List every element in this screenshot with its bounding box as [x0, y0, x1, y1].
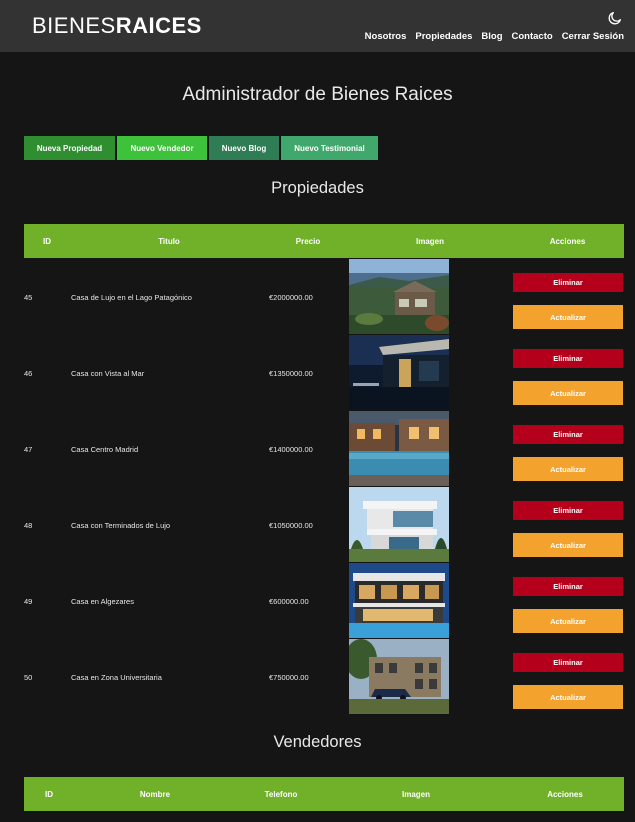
col-imagen: Imagen: [415, 236, 444, 246]
delete-button[interactable]: Eliminar: [513, 349, 623, 368]
logo-light: BIENES: [32, 13, 116, 38]
nav-blog[interactable]: Blog: [481, 31, 502, 42]
update-button[interactable]: Actualizar: [513, 685, 623, 709]
col-acciones: Acciones: [547, 789, 583, 799]
sellers-section-title: Vendedores: [273, 733, 362, 751]
update-button[interactable]: Actualizar: [513, 533, 623, 557]
new-property-button[interactable]: Nueva Propiedad: [24, 136, 115, 160]
property-image: [349, 411, 449, 486]
table-row: 50 Casa en Zona Universitaria €750000.00…: [0, 639, 635, 715]
logo[interactable]: BIENESRAICES: [32, 13, 202, 39]
update-button[interactable]: Actualizar: [513, 381, 623, 405]
row-price: €1050000.00: [269, 520, 313, 530]
admin-actions: Nueva Propiedad Nuevo Vendedor Nuevo Blo…: [24, 136, 380, 160]
row-price: €1350000.00: [269, 368, 313, 378]
row-title: Casa en Zona Universitaria: [71, 672, 162, 682]
row-title: Casa Centro Madrid: [71, 444, 139, 454]
row-title: Casa en Algezares: [71, 596, 134, 606]
property-image: [349, 487, 449, 562]
col-imagen: Imagen: [401, 789, 430, 799]
col-nombre: Nombre: [139, 789, 171, 799]
row-price: €750000.00: [269, 672, 309, 682]
table-row: 49 Casa en Algezares €600000.00 Eliminar…: [0, 563, 635, 639]
update-button[interactable]: Actualizar: [513, 457, 623, 481]
delete-button[interactable]: Eliminar: [513, 273, 623, 292]
nav-contacto[interactable]: Contacto: [512, 31, 553, 42]
row-price: €1400000.00: [269, 444, 313, 454]
row-title: Casa con Vista al Mar: [71, 368, 145, 378]
table-row: 48 Casa con Terminados de Lujo €1050000.…: [0, 487, 635, 563]
row-price: €2000000.00: [269, 292, 313, 302]
col-id: ID: [45, 789, 53, 799]
new-seller-button[interactable]: Nuevo Vendedor: [117, 136, 207, 160]
update-button[interactable]: Actualizar: [513, 609, 623, 633]
property-image: [349, 563, 449, 638]
delete-button[interactable]: Eliminar: [513, 501, 623, 520]
row-title: Casa con Terminados de Lujo: [71, 520, 171, 530]
row-id: 49: [24, 596, 33, 606]
delete-button[interactable]: Eliminar: [513, 577, 623, 596]
col-acciones: Acciones: [549, 236, 586, 246]
page-title: Administrador de Bienes Raices: [182, 84, 453, 105]
properties-table-header: ID Titulo Precio Imagen Acciones: [24, 224, 624, 258]
sellers-table-header: ID Nombre Telefono Imagen Acciones: [24, 777, 624, 811]
col-telefono: Telefono: [264, 789, 298, 799]
site-header: BIENESRAICES Nosotros Propiedades Blog C…: [0, 0, 635, 52]
update-button[interactable]: Actualizar: [513, 305, 623, 329]
main-nav: Nosotros Propiedades Blog Contacto Cerra…: [365, 31, 624, 42]
delete-button[interactable]: Eliminar: [513, 653, 623, 672]
nav-cerrar-sesion[interactable]: Cerrar Sesión: [562, 31, 624, 42]
col-precio: Precio: [295, 236, 321, 246]
table-row: 45 Casa de Lujo en el Lago Patagónico €2…: [0, 259, 635, 335]
nav-propiedades[interactable]: Propiedades: [415, 31, 472, 42]
row-id: 45: [24, 292, 33, 302]
row-id: 47: [24, 444, 33, 454]
new-blog-button[interactable]: Nuevo Blog: [209, 136, 279, 160]
properties-section-title: Propiedades: [271, 179, 364, 197]
new-testimonial-button[interactable]: Nuevo Testimonial: [281, 136, 378, 160]
row-price: €600000.00: [269, 596, 309, 606]
col-id: ID: [43, 236, 51, 246]
table-row: 47 Casa Centro Madrid €1400000.00 Elimin…: [0, 411, 635, 487]
property-image: [349, 639, 449, 714]
logo-bold: RAICES: [115, 13, 202, 38]
property-image: [349, 335, 449, 410]
property-image: [349, 259, 449, 334]
row-id: 50: [24, 672, 33, 682]
nav-nosotros[interactable]: Nosotros: [365, 31, 407, 42]
table-row: 46 Casa con Vista al Mar €1350000.00 Eli…: [0, 335, 635, 411]
delete-button[interactable]: Eliminar: [513, 425, 623, 444]
dark-mode-moon-icon[interactable]: [607, 10, 623, 26]
row-id: 46: [24, 368, 33, 378]
col-titulo: Titulo: [158, 236, 180, 246]
row-title: Casa de Lujo en el Lago Patagónico: [71, 292, 192, 302]
row-id: 48: [24, 520, 33, 530]
